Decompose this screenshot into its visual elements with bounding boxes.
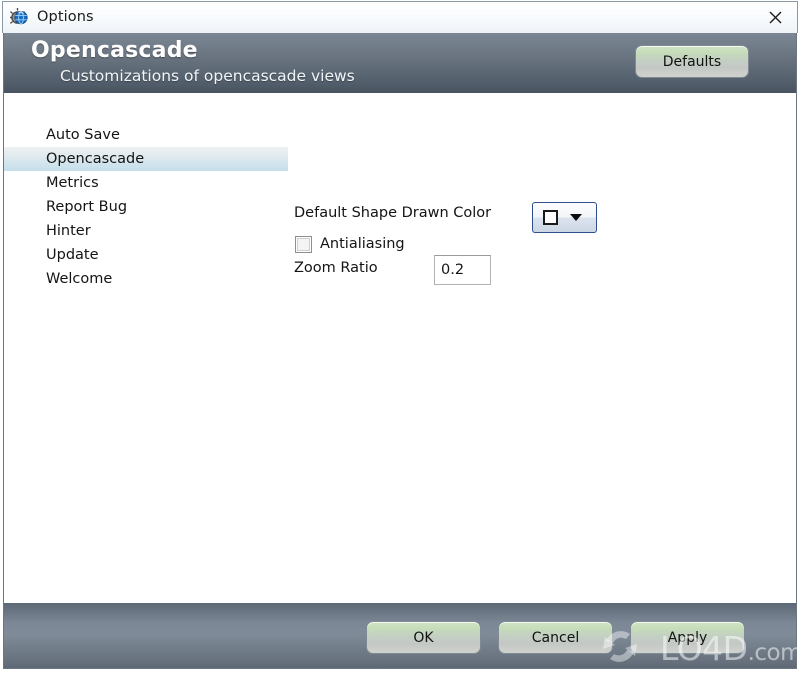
sidebar-item-label: Metrics (46, 175, 99, 191)
page-title: Opencascade (31, 38, 198, 63)
cancel-button-label: Cancel (531, 629, 580, 646)
zoom-ratio-input[interactable]: 0.2 (434, 255, 491, 285)
sidebar-item-opencascade[interactable]: Opencascade (4, 147, 288, 171)
sidebar-item-label: Opencascade (46, 151, 145, 167)
dialog-footer: OK Cancel Apply (3, 603, 797, 669)
settings-category-list: Auto Save Opencascade Metrics Report Bug… (4, 123, 288, 291)
shape-color-label: Default Shape Drawn Color (294, 205, 492, 221)
cancel-button[interactable]: Cancel (498, 621, 613, 654)
chevron-down-icon (570, 214, 582, 221)
defaults-button[interactable]: Defaults (635, 45, 749, 78)
zoom-ratio-label: Zoom Ratio (294, 260, 378, 276)
apply-button[interactable]: Apply (630, 621, 745, 654)
shape-color-dropdown[interactable] (532, 202, 597, 233)
sidebar-item-report-bug[interactable]: Report Bug (4, 195, 288, 219)
content-area: Auto Save Opencascade Metrics Report Bug… (3, 93, 797, 603)
sidebar-item-label: Report Bug (46, 199, 128, 215)
sidebar-item-label: Update (46, 247, 99, 263)
defaults-button-label: Defaults (662, 53, 722, 70)
sidebar-item-welcome[interactable]: Welcome (4, 267, 288, 291)
sidebar-item-label: Auto Save (46, 127, 120, 143)
sidebar-item-metrics[interactable]: Metrics (4, 171, 288, 195)
close-icon[interactable] (753, 3, 797, 33)
window-title: Options (37, 9, 94, 26)
ok-button-label: OK (413, 629, 434, 646)
opencascade-globe-icon (9, 7, 30, 28)
page-header: Opencascade Customizations of opencascad… (3, 33, 797, 93)
ok-button[interactable]: OK (366, 621, 481, 654)
sidebar-item-label: Hinter (46, 223, 91, 239)
sidebar-item-auto-save[interactable]: Auto Save (4, 123, 288, 147)
options-window: Options Opencascade Customizations of op… (0, 0, 800, 675)
color-swatch (543, 210, 558, 225)
apply-button-label: Apply (667, 629, 708, 646)
antialiasing-label: Antialiasing (320, 236, 405, 252)
sidebar-item-label: Welcome (46, 271, 113, 287)
title-bar: Options (2, 1, 798, 33)
antialiasing-checkbox[interactable] (295, 236, 312, 253)
sidebar-item-hinter[interactable]: Hinter (4, 219, 288, 243)
page-subtitle: Customizations of opencascade views (60, 67, 355, 85)
sidebar-item-update[interactable]: Update (4, 243, 288, 267)
